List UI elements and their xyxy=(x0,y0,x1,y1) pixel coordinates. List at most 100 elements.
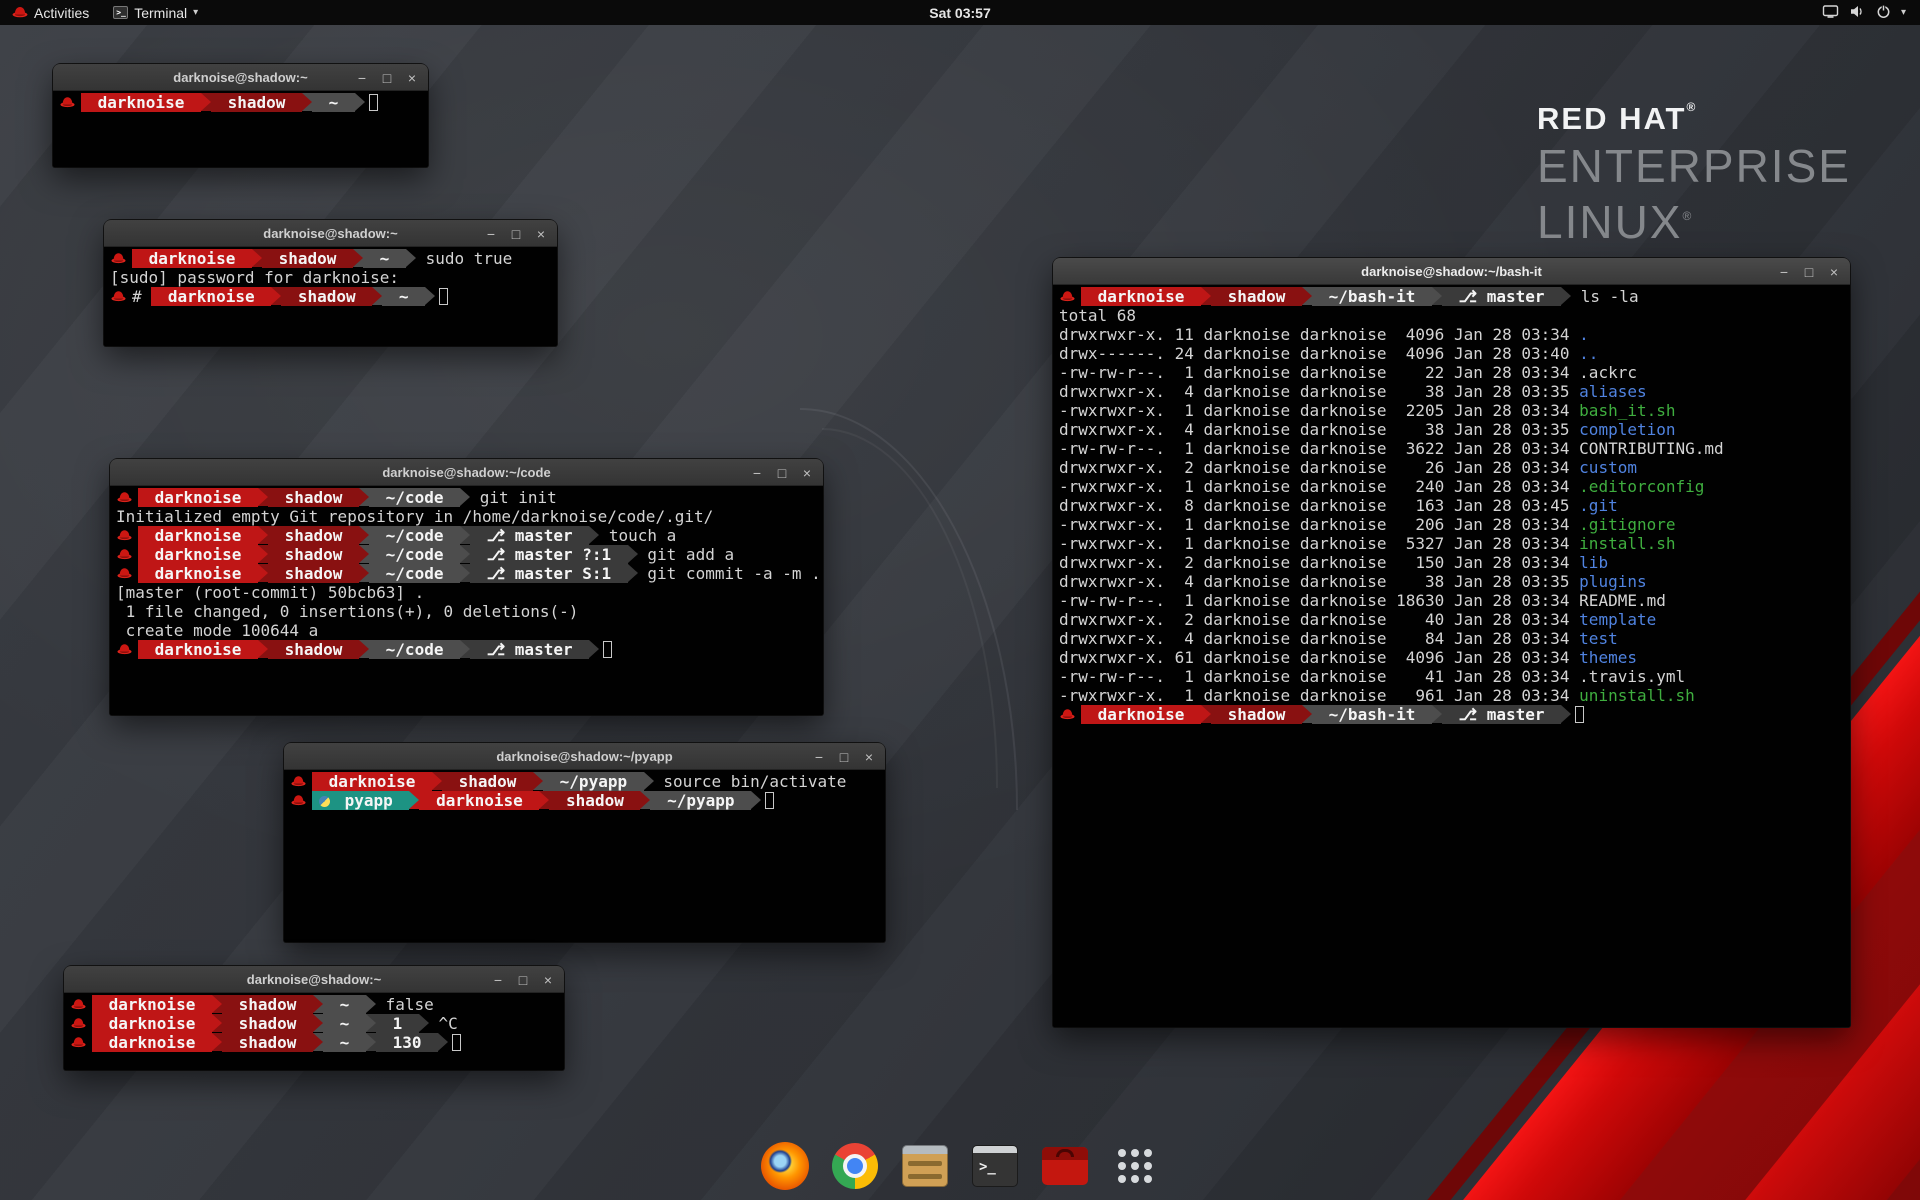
prompt-segment: darknoise xyxy=(92,1014,212,1033)
terminal-text: false xyxy=(376,995,434,1014)
clock[interactable]: Sat 03:57 xyxy=(929,5,990,21)
maximize-button[interactable]: □ xyxy=(380,71,394,85)
powerline-separator xyxy=(212,1033,222,1051)
prompt-segment: shadow xyxy=(268,640,359,659)
powerline-separator xyxy=(212,1014,222,1032)
powerline-separator xyxy=(258,488,268,506)
terminal-line: drwx------. 24 darknoise darknoise 4096 … xyxy=(1059,344,1844,363)
terminal-text: drwxrwxr-x. 8 darknoise darknoise 163 Ja… xyxy=(1059,496,1579,515)
terminal-window-code[interactable]: darknoise@shadow:~/code−□× darknoise sha… xyxy=(110,459,823,715)
prompt-segment: ~/code xyxy=(369,526,460,545)
dock-appgrid-button[interactable] xyxy=(1108,1138,1162,1194)
close-button[interactable]: × xyxy=(800,466,814,480)
terminal-line: [sudo] password for darknoise: xyxy=(110,268,551,287)
terminal-body[interactable]: darknoise shadow ~/code git initInitiali… xyxy=(110,486,823,715)
dock-terminal-button[interactable]: >_ xyxy=(968,1138,1022,1194)
prompt-segment: ~/bash-it xyxy=(1312,287,1432,306)
minimize-button[interactable]: − xyxy=(355,71,369,85)
activities-button[interactable]: Activities xyxy=(0,0,101,25)
prompt-segment: darknoise xyxy=(1081,705,1201,724)
powerline-separator xyxy=(425,287,435,305)
maximize-button[interactable]: □ xyxy=(516,973,530,987)
minimize-button[interactable]: − xyxy=(491,973,505,987)
powerline-separator xyxy=(589,640,599,658)
terminal-body[interactable]: darknoise shadow ~ xyxy=(53,91,428,167)
powerline-separator xyxy=(1201,705,1211,723)
redhat-prompt-icon xyxy=(111,287,127,306)
terminal-text: drwxrwxr-x. 2 darknoise darknoise 26 Jan… xyxy=(1059,458,1579,477)
dock-toolbox-button[interactable] xyxy=(1038,1138,1092,1194)
powerline-separator xyxy=(1432,705,1442,723)
window-titlebar[interactable]: darknoise@shadow:~−□× xyxy=(64,966,564,993)
window-controls: −□ × xyxy=(355,64,419,91)
terminal-line: -rw-rw-r--. 1 darknoise darknoise 41 Jan… xyxy=(1059,667,1844,686)
window-titlebar[interactable]: darknoise@shadow:~−□× xyxy=(104,220,557,247)
close-button[interactable]: × xyxy=(541,973,555,987)
prompt-segment: darknoise xyxy=(138,526,258,545)
terminal-body[interactable]: darknoise shadow ~/pyapp source bin/acti… xyxy=(284,770,885,942)
redhat-logo-icon xyxy=(12,5,28,21)
close-button[interactable]: × xyxy=(534,227,548,241)
prompt-segment: darknoise xyxy=(138,564,258,583)
terminal-line: # darknoise shadow ~ xyxy=(110,287,551,306)
terminal-window-bash-it[interactable]: darknoise@shadow:~/bash-it−□× darknoise … xyxy=(1053,258,1850,1027)
redhat-prompt-icon xyxy=(60,93,76,112)
terminal-line: darknoise shadow ~ sudo true xyxy=(110,249,551,268)
terminal-body[interactable]: darknoise shadow ~ sudo true[sudo] passw… xyxy=(104,247,557,346)
prompt-segment: ~/pyapp xyxy=(650,791,751,810)
maximize-button[interactable]: □ xyxy=(1802,265,1816,279)
prompt-segment: shadow xyxy=(211,93,302,112)
dock-firefox-button[interactable] xyxy=(758,1138,812,1194)
minimize-button[interactable]: − xyxy=(812,750,826,764)
terminal-text: Initialized empty Git repository in /hom… xyxy=(116,507,713,526)
terminal-window-home-1[interactable]: darknoise@shadow:~−□× darknoise shadow ~ xyxy=(53,64,428,167)
firefox-icon xyxy=(761,1142,809,1190)
chrome-icon xyxy=(832,1143,878,1189)
minimize-button[interactable]: − xyxy=(484,227,498,241)
dock-chrome-button[interactable] xyxy=(828,1138,882,1194)
terminal-window-home-2[interactable]: darknoise@shadow:~−□× darknoise shadow ~… xyxy=(104,220,557,346)
system-status-area[interactable]: ▾ xyxy=(1808,0,1920,25)
window-titlebar[interactable]: darknoise@shadow:~/code−□× xyxy=(110,459,823,486)
terminal-body[interactable]: darknoise shadow ~/bash-it ⎇ master ls -… xyxy=(1053,285,1850,1027)
window-title: darknoise@shadow:~/pyapp xyxy=(496,749,672,764)
terminal-text: drwxrwxr-x. 4 darknoise darknoise 84 Jan… xyxy=(1059,629,1579,648)
terminal-window-pyapp[interactable]: darknoise@shadow:~/pyapp −□ × darknoise sh… xyxy=(284,743,885,942)
close-button[interactable]: × xyxy=(862,750,876,764)
terminal-window-home-3[interactable]: darknoise@shadow:~−□× darknoise shadow ~… xyxy=(64,966,564,1070)
minimize-button[interactable]: − xyxy=(750,466,764,480)
prompt-segment: ~ xyxy=(312,93,355,112)
prompt-segment: shadow xyxy=(268,545,359,564)
terminal-line: drwxrwxr-x. 8 darknoise darknoise 163 Ja… xyxy=(1059,496,1844,515)
prompt-segment: shadow xyxy=(442,772,533,791)
maximize-button[interactable]: □ xyxy=(509,227,523,241)
powerline-separator xyxy=(628,564,638,582)
terminal-line: -rwxrwxr-x. 1 darknoise darknoise 2205 J… xyxy=(1059,401,1844,420)
maximize-button[interactable]: □ xyxy=(837,750,851,764)
minimize-button[interactable]: − xyxy=(1777,265,1791,279)
terminal-text: drwxrwxr-x. 2 darknoise darknoise 150 Ja… xyxy=(1059,553,1579,572)
terminal-text: plugins xyxy=(1579,572,1646,591)
terminal-text: -rw-rw-r--. 1 darknoise darknoise 3622 J… xyxy=(1059,439,1579,458)
terminal-body[interactable]: darknoise shadow ~ false darknoise shado… xyxy=(64,993,564,1070)
prompt-segment: 130 xyxy=(376,1033,438,1052)
terminal-line: drwxrwxr-x. 61 darknoise darknoise 4096 … xyxy=(1059,648,1844,667)
close-button[interactable]: × xyxy=(405,71,419,85)
app-menu-terminal[interactable]: >_ Terminal ▾ xyxy=(101,0,210,25)
window-titlebar[interactable]: darknoise@shadow:~/pyapp −□ × xyxy=(284,743,885,770)
terminal-text: test xyxy=(1579,629,1618,648)
window-titlebar[interactable]: darknoise@shadow:~/bash-it−□× xyxy=(1053,258,1850,285)
terminal-text: -rw-rw-r--. 1 darknoise darknoise 41 Jan… xyxy=(1059,667,1579,686)
chevron-down-icon: ▾ xyxy=(1901,7,1906,18)
terminal-text: completion xyxy=(1579,420,1675,439)
powerline-separator xyxy=(366,1033,376,1051)
prompt-segment: darknoise xyxy=(138,488,258,507)
terminal-line: darknoise shadow ~ xyxy=(59,93,422,112)
terminal-cursor xyxy=(439,288,448,305)
maximize-button[interactable]: □ xyxy=(775,466,789,480)
close-button[interactable]: × xyxy=(1827,265,1841,279)
window-titlebar[interactable]: darknoise@shadow:~−□× xyxy=(53,64,428,91)
terminal-line: -rwxrwxr-x. 1 darknoise darknoise 5327 J… xyxy=(1059,534,1844,553)
powerline-separator xyxy=(359,564,369,582)
dock-files-button[interactable] xyxy=(898,1138,952,1194)
